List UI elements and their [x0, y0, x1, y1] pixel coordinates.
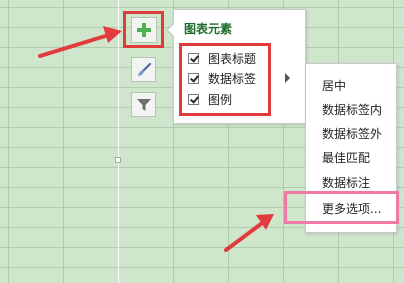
annotation-arrow-to-plus [38, 26, 122, 58]
annotation-arrow-to-more-options [224, 214, 274, 252]
annotation-arrows [38, 26, 274, 252]
